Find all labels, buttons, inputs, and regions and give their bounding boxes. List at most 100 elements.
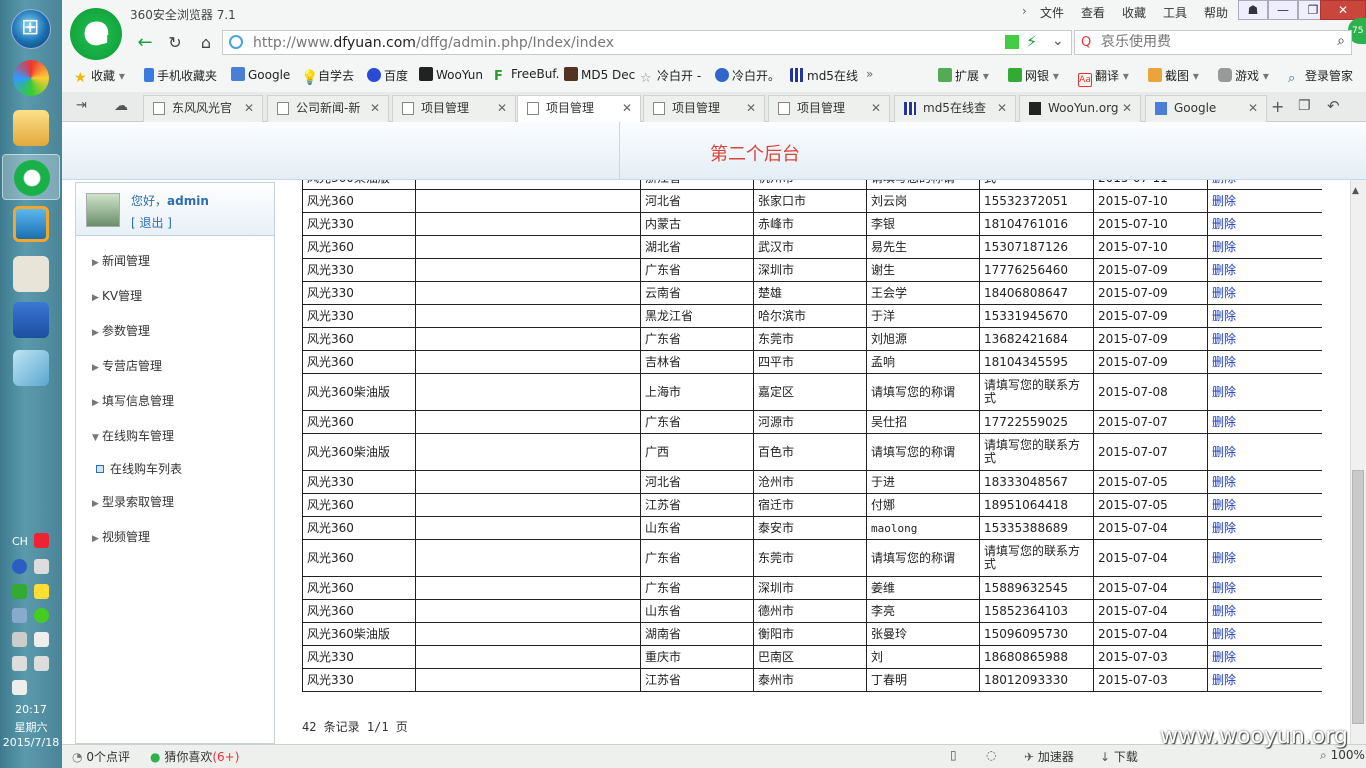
ext-login-manager[interactable]: ⌕ 登录管家	[1288, 67, 1353, 86]
back-button[interactable]: ←	[132, 31, 158, 55]
bookmark-zixuequ[interactable]: 💡自学去	[301, 67, 354, 86]
tab-close-icon[interactable]: ✕	[871, 96, 881, 120]
tray-icon-5[interactable]	[12, 608, 27, 623]
tab-close-icon[interactable]: ✕	[997, 96, 1007, 120]
delete-link[interactable]: 删除	[1207, 180, 1322, 190]
status-comments[interactable]: ◔ 0个点评	[72, 748, 130, 765]
bookmark-google[interactable]: Google	[231, 67, 290, 82]
taskbar-app-360browser[interactable]	[2, 154, 60, 200]
delete-link[interactable]: 删除	[1207, 350, 1322, 374]
taskbar-app-5[interactable]	[13, 256, 49, 292]
network-icon[interactable]	[12, 632, 27, 647]
tab-close-icon[interactable]: ✕	[622, 96, 632, 120]
volume-icon[interactable]	[12, 680, 27, 695]
device-icon[interactable]	[12, 656, 27, 671]
scroll-thumb[interactable]	[1352, 470, 1364, 724]
nav-params[interactable]: ▶ 参数管理	[92, 322, 150, 339]
delete-link[interactable]: 删除	[1207, 235, 1322, 259]
tab-1[interactable]: 东风风光官 ✕	[143, 95, 263, 122]
search-box[interactable]: Q ⌕	[1074, 30, 1352, 55]
nav-video[interactable]: ▶ 视频管理	[92, 528, 150, 545]
tab-8[interactable]: WooYun.org ✕	[1019, 95, 1141, 122]
menu-expand-icon[interactable]: ›	[1022, 4, 1027, 18]
tab-close-icon[interactable]: ✕	[1122, 96, 1132, 120]
delete-link[interactable]: 删除	[1207, 668, 1322, 692]
bookmark-wooyun[interactable]: WooYun	[419, 67, 483, 82]
bookmark-md5dec[interactable]: MD5 Dec	[564, 67, 635, 82]
qr-icon[interactable]	[1005, 35, 1019, 49]
plus-icon[interactable]	[34, 608, 49, 623]
search-input[interactable]	[1101, 34, 1321, 50]
shield-icon[interactable]	[12, 584, 27, 599]
taskbar-app-word[interactable]	[13, 302, 49, 338]
status-guess[interactable]: ● 猜你喜欢(6+)	[150, 748, 239, 765]
delete-link[interactable]: 删除	[1207, 516, 1322, 540]
address-bar[interactable]: http://www.dfyuan.com/dffg/admin.php/Ind…	[222, 30, 1072, 55]
nav-catalog[interactable]: ▶ 型录索取管理	[92, 493, 174, 510]
delete-link[interactable]: 删除	[1207, 189, 1322, 213]
menu-help[interactable]: 帮助	[1204, 4, 1228, 21]
tab-list-icon[interactable]: ❐	[1298, 98, 1311, 114]
lightning-icon[interactable]: ⚡	[1026, 32, 1037, 51]
sogou-icon[interactable]	[34, 533, 49, 548]
clock-time[interactable]: 20:17	[0, 703, 62, 716]
delete-link[interactable]: 删除	[1207, 410, 1322, 434]
delete-link[interactable]: 删除	[1207, 470, 1322, 494]
bookmark-favorites[interactable]: ★ 收藏 ▾	[74, 67, 125, 86]
new-tab-button[interactable]: +	[1271, 97, 1284, 116]
search-icon[interactable]: ⌕	[1337, 33, 1345, 49]
delete-link[interactable]: 删除	[1207, 433, 1322, 471]
lang-indicator[interactable]: CH	[12, 535, 32, 548]
menu-file[interactable]: 文件	[1040, 4, 1064, 21]
tab-close-icon[interactable]: ✕	[370, 96, 380, 120]
tab-4-active[interactable]: 项目管理 ✕	[517, 95, 641, 123]
menu-tools[interactable]: 工具	[1163, 4, 1187, 21]
delete-link[interactable]: 删除	[1207, 212, 1322, 236]
delete-link[interactable]: 删除	[1207, 327, 1322, 351]
nav-news[interactable]: ▶ 新闻管理	[92, 252, 150, 269]
nav-online-purchase[interactable]: ▼ 在线购车管理	[92, 427, 174, 444]
undo-close-icon[interactable]: ↶	[1327, 97, 1340, 115]
taskbar-app-4[interactable]	[13, 206, 49, 242]
signal-icon[interactable]	[34, 656, 49, 671]
delete-link[interactable]: 删除	[1207, 281, 1322, 305]
ext-bank[interactable]: 网银 ▾	[1008, 67, 1059, 84]
search-engine-icon[interactable]: Q	[1081, 35, 1091, 50]
status-download[interactable]: ↓ 下载	[1100, 748, 1138, 765]
sidebar-toggle-icon[interactable]: ⇥	[76, 98, 87, 113]
cloud-icon[interactable]: ☁	[114, 98, 128, 114]
home-button[interactable]: ⌂	[193, 31, 219, 55]
delete-link[interactable]: 删除	[1207, 373, 1322, 411]
taskbar-app-7[interactable]	[13, 350, 49, 386]
delete-link[interactable]: 删除	[1207, 576, 1322, 600]
more-bookmarks-icon[interactable]: »	[866, 67, 873, 81]
delete-link[interactable]: 删除	[1207, 493, 1322, 517]
tray-icon-2[interactable]	[34, 559, 49, 574]
status-accelerator[interactable]: ✈ 加速器	[1024, 748, 1074, 765]
delete-link[interactable]: 删除	[1207, 539, 1322, 577]
start-button[interactable]	[11, 9, 51, 49]
bookmark-baidu[interactable]: 百度	[367, 67, 408, 84]
tab-close-icon[interactable]: ✕	[497, 96, 507, 120]
ext-extensions[interactable]: 扩展 ▾	[938, 67, 989, 84]
scroll-up-icon[interactable]: ▲	[1352, 186, 1359, 196]
dropdown-chevron-icon[interactable]: ⌄	[1052, 33, 1064, 49]
delete-link[interactable]: 删除	[1207, 304, 1322, 328]
tab-9[interactable]: Google ✕	[1145, 95, 1267, 122]
bulb-icon[interactable]	[34, 584, 49, 599]
delete-link[interactable]: 删除	[1207, 622, 1322, 646]
taskbar-app-1[interactable]	[13, 60, 49, 96]
bookmark-mobile[interactable]: 手机收藏夹	[144, 67, 217, 84]
delete-link[interactable]: 删除	[1207, 258, 1322, 282]
ext-games[interactable]: 游戏 ▾	[1218, 67, 1269, 84]
speed-icon[interactable]: ◌	[986, 748, 996, 762]
tab-2[interactable]: 公司新闻-新 ✕	[267, 95, 389, 122]
tab-3[interactable]: 项目管理 ✕	[392, 95, 516, 122]
nav-form-info[interactable]: ▶ 填写信息管理	[92, 392, 174, 409]
ext-translate[interactable]: Aa 翻译 ▾	[1078, 67, 1129, 87]
bookmark-freebuf[interactable]: F FreeBuf.	[494, 67, 559, 84]
phone-icon[interactable]: ▯	[950, 748, 957, 762]
nav-online-purchase-list[interactable]: 在线购车列表	[96, 460, 182, 477]
tab-5[interactable]: 项目管理 ✕	[643, 95, 765, 122]
tab-close-icon[interactable]: ✕	[1248, 96, 1258, 120]
